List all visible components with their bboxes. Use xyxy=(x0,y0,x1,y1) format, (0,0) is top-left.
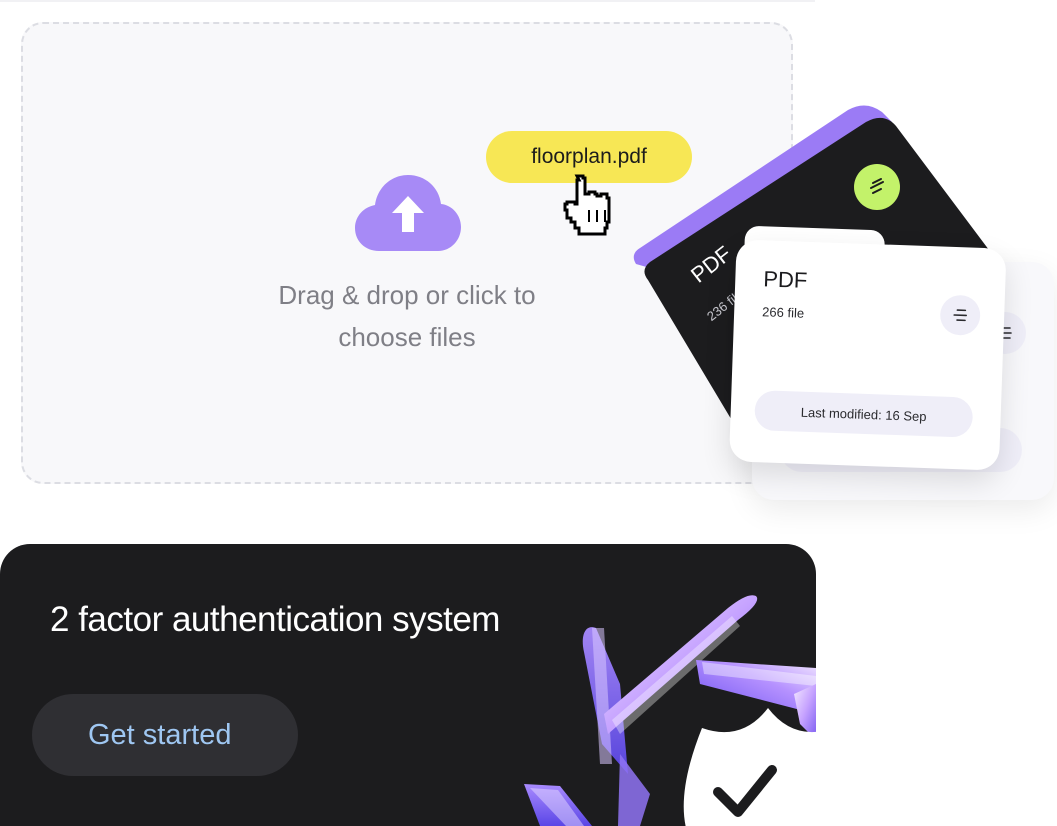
folder-title: PDF xyxy=(762,266,808,293)
hand-cursor-icon xyxy=(563,174,611,236)
top-divider xyxy=(0,0,815,2)
last-modified-pill: Last modified: 16 Sep xyxy=(754,390,974,438)
page: Drag & drop or click to choose files flo… xyxy=(0,0,1057,826)
shield-check-icon xyxy=(683,708,816,826)
banner-title: 2 factor authentication system xyxy=(50,600,500,639)
cloud-upload-icon[interactable] xyxy=(355,174,461,252)
menu-lines-icon xyxy=(953,309,967,322)
back-folder-button[interactable] xyxy=(854,164,900,210)
lines-icon xyxy=(870,178,884,194)
instruction-line-2: choose files xyxy=(338,322,476,352)
dropzone-instructions: Drag & drop or click to choose files xyxy=(247,274,567,358)
folder-card[interactable]: PDF 266 file Last modified: 16 Sep xyxy=(728,225,1007,471)
get-started-button[interactable]: Get started xyxy=(32,694,298,776)
last-modified-text: Last modified: 16 Sep xyxy=(800,404,927,424)
instruction-line-1: Drag & drop or click to xyxy=(278,280,536,310)
two-factor-banner: 2 factor authentication system Get start… xyxy=(0,544,816,826)
folder-file-count: 266 file xyxy=(761,304,805,321)
